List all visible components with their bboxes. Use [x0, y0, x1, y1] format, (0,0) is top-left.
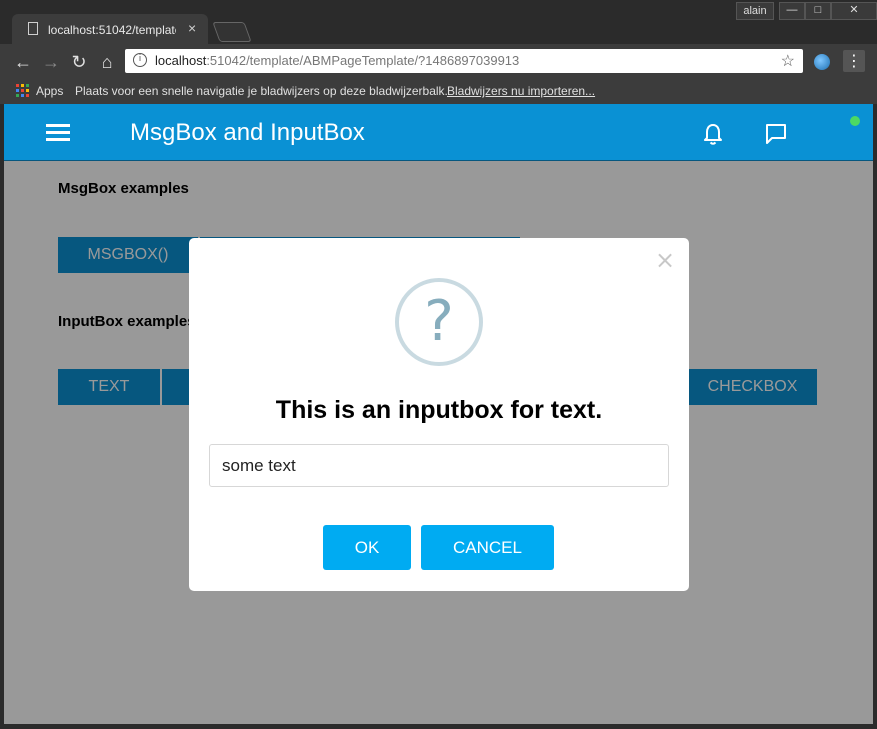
app-bar: MsgBox and InputBox — [4, 104, 873, 161]
browser-menu-icon[interactable]: ⋮ — [843, 50, 865, 72]
close-window-button[interactable]: ✕ — [831, 2, 877, 20]
cancel-button[interactable]: CANCEL — [421, 525, 554, 570]
info-icon[interactable]: i — [133, 53, 147, 67]
back-icon[interactable]: ← — [12, 52, 34, 72]
star-icon[interactable]: ☆ — [781, 51, 795, 71]
hamburger-menu-icon[interactable] — [46, 124, 70, 142]
question-icon: ? — [395, 278, 483, 366]
text-input[interactable] — [209, 444, 669, 487]
extension-globe-icon[interactable] — [814, 54, 830, 70]
bookmarks-bar: Apps Plaats voor een snelle navigatie je… — [0, 80, 877, 104]
new-tab-button[interactable] — [212, 22, 252, 42]
browser-toolbar: ← → ↻ ⌂ i localhost:51042/template/ABMPa… — [0, 44, 877, 80]
ok-button[interactable]: OK — [323, 525, 411, 570]
apps-grid-icon[interactable] — [16, 84, 29, 97]
app-title: MsgBox and InputBox — [130, 119, 365, 146]
url-host: localhost — [155, 53, 207, 68]
inputbox-dialog: × ? This is an inputbox for text. OK CAN… — [189, 238, 689, 591]
bell-icon[interactable] — [702, 122, 724, 146]
home-icon[interactable]: ⌂ — [96, 52, 118, 72]
url-text[interactable]: localhost:51042/template/ABMPageTemplate… — [155, 53, 519, 68]
close-icon[interactable]: × — [655, 248, 675, 272]
url-path: :51042/template/ABMPageTemplate/?1486897… — [206, 53, 520, 68]
import-bookmarks-link[interactable]: Bladwijzers nu importeren... — [447, 84, 595, 98]
bookmarks-hint: Plaats voor een snelle navigatie je blad… — [75, 84, 448, 98]
window-user-badge[interactable]: alain — [736, 2, 774, 20]
forward-icon[interactable]: → — [40, 52, 62, 72]
tab-close-icon[interactable]: × — [188, 20, 196, 36]
reload-icon[interactable]: ↻ — [68, 52, 90, 72]
browser-titlebar: localhost:51042/template × alain — □ ✕ — [0, 0, 877, 44]
chat-icon[interactable] — [764, 123, 788, 145]
browser-tab[interactable]: localhost:51042/template × — [12, 14, 208, 44]
minimize-button[interactable]: — — [779, 2, 805, 20]
dialog-title: This is an inputbox for text. — [275, 396, 603, 424]
apps-link[interactable]: Apps — [36, 84, 63, 98]
address-bar[interactable]: i localhost:51042/template/ABMPageTempla… — [125, 49, 803, 73]
status-dot — [850, 116, 860, 126]
page-icon — [28, 22, 38, 35]
maximize-button[interactable]: □ — [805, 2, 831, 20]
tab-title: localhost:51042/template — [48, 23, 176, 37]
